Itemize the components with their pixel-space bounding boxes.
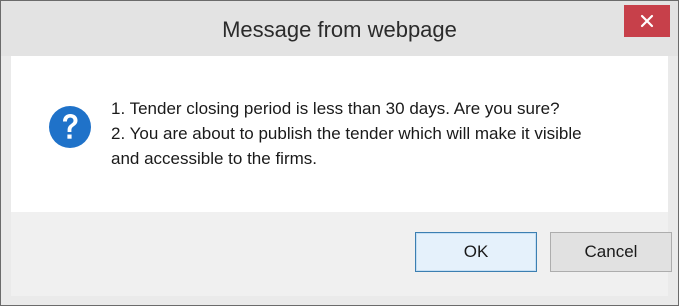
dialog-titlebar[interactable]: Message from webpage <box>1 1 678 56</box>
message-dialog: Message from webpage 1. Tender closing p… <box>0 0 679 306</box>
message-line-2: 2. You are about to publish the tender w… <box>111 124 582 143</box>
dialog-title: Message from webpage <box>222 17 457 42</box>
close-button[interactable] <box>624 5 670 37</box>
dialog-message: 1. Tender closing period is less than 30… <box>111 96 656 171</box>
cancel-button[interactable]: Cancel <box>550 232 672 272</box>
ok-button[interactable]: OK <box>415 232 537 272</box>
question-icon <box>49 106 91 148</box>
dialog-footer: OK Cancel <box>11 212 672 296</box>
message-line-3: and accessible to the firms. <box>111 149 317 168</box>
dialog-content: 1. Tender closing period is less than 30… <box>11 56 668 212</box>
message-line-1: 1. Tender closing period is less than 30… <box>111 99 560 118</box>
close-icon <box>640 14 654 28</box>
